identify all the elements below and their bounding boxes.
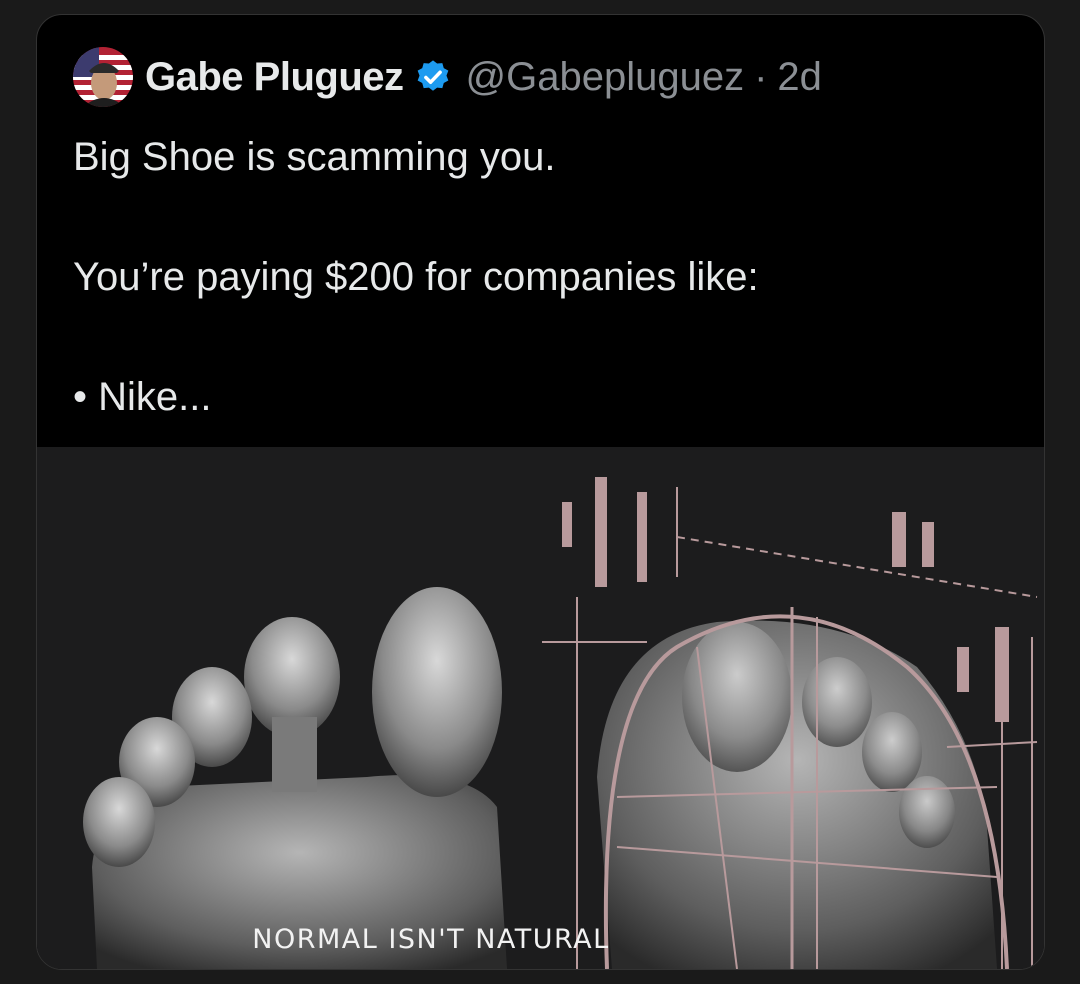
tweet-line: • Nike... — [73, 375, 212, 419]
tweet-media-image[interactable]: NORMAL ISN'T NATURAL — [37, 447, 1044, 969]
verified-badge-icon — [414, 58, 452, 96]
tweet-line — [73, 187, 759, 247]
user-handle[interactable]: @Gabepluguez — [466, 55, 745, 100]
separator-dot: · — [754, 54, 768, 99]
tweet-header: Gabe Pluguez @Gabepluguez · 2d — [73, 45, 822, 109]
timestamp[interactable]: 2d — [777, 55, 822, 100]
tweet-line — [73, 307, 759, 367]
avatar[interactable] — [73, 47, 133, 107]
display-name[interactable]: Gabe Pluguez — [145, 55, 404, 100]
tweet-line: Big Shoe is scamming you. — [73, 135, 556, 179]
image-caption: NORMAL ISN'T NATURAL — [252, 924, 610, 955]
tweet-card[interactable]: Gabe Pluguez @Gabepluguez · 2d Big Shoe … — [36, 14, 1045, 970]
tweet-text: Big Shoe is scamming you. You’re paying … — [73, 127, 759, 427]
tweet-line: You’re paying $200 for companies like: — [73, 255, 759, 299]
